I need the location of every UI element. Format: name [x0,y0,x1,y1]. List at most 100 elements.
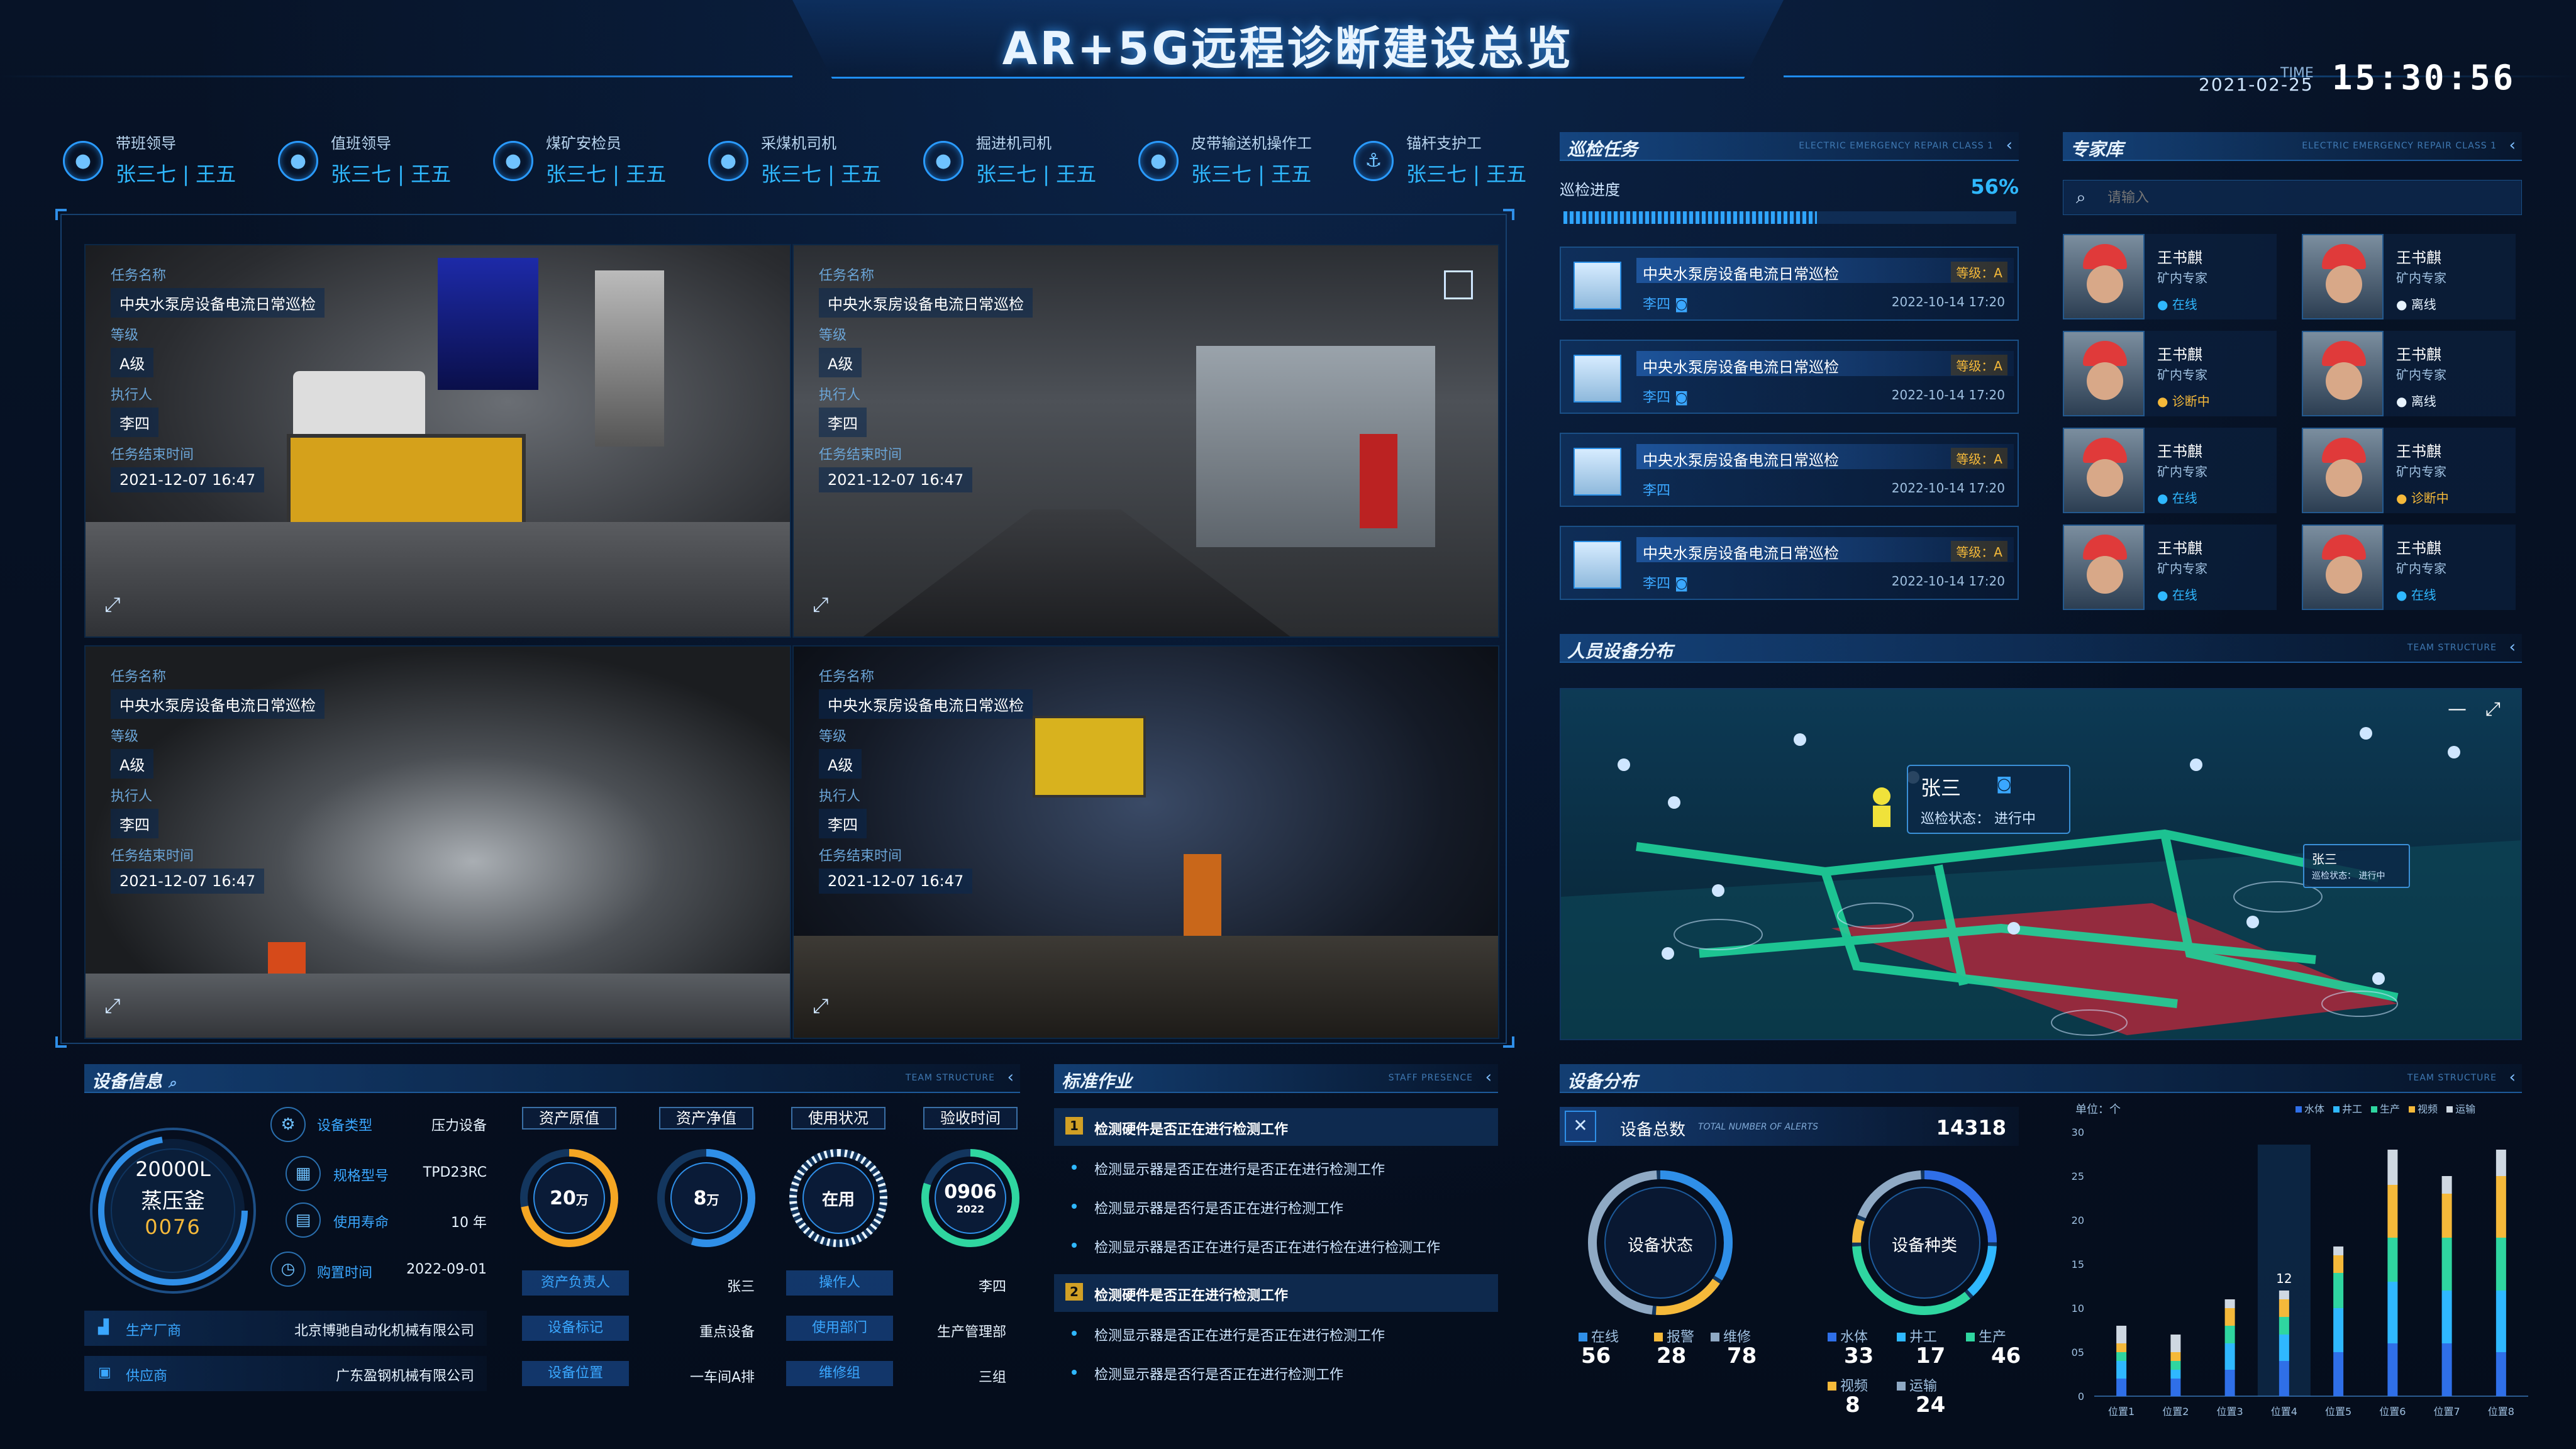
task-value: 中央水泵房设备电流日常巡检 [819,689,1033,719]
expert-card[interactable]: 王书麒 矿内专家 ● 在线 [2302,525,2516,610]
bar-segment [2116,1326,2127,1343]
chevron-left-icon[interactable]: ‹ [2509,638,2516,657]
role-item[interactable]: ● 掘进机司机 张三七 | 王五 [923,126,1131,195]
task-value: 中央水泵房设备电流日常巡检 [819,288,1033,318]
chevron-left-icon[interactable]: ‹ [1008,1068,1014,1087]
expert-role: 矿内专家 [2157,367,2207,382]
expert-card[interactable]: 王书麒 矿内专家 ● 在线 [2063,525,2277,610]
standard-substep[interactable]: 检测显示器是否行是否正在进行检测工作 [1054,1187,1498,1225]
video-feed[interactable]: 任务名称 中央水泵房设备电流日常巡检 等级 A级 执行人 李四 任务结束时间 2… [792,244,1499,638]
maker-row: ▟ 生产厂商 北京博驰自动化机械有限公司 [84,1311,487,1346]
task-level: 等级：A [1951,541,2007,562]
asset-ring: 8万 [653,1145,760,1252]
popup-status: 巡检状态： 进行中 [1921,811,2036,827]
asset-ring-value: 20万 [550,1187,589,1209]
extra-value: 重点设备 [699,1324,755,1340]
expert-search[interactable]: ⌕ [2063,180,2522,215]
expert-card[interactable]: 王书麒 矿内专家 ● 离线 [2302,331,2516,416]
x-tick-label: 位置3 [2217,1406,2243,1418]
extra-label: 设备标记 [522,1316,629,1341]
standard-substep[interactable]: 检测显示器是否正在进行是否正在进行检在进行检测工作 [1054,1226,1498,1264]
role-item[interactable]: ● 采煤机司机 张三七 | 王五 [708,126,916,195]
role-item[interactable]: ⚓ 锚杆支护工 张三七 | 王五 [1353,126,1561,195]
bar-segment [2279,1299,2289,1317]
y-tick-label: 0 [2078,1391,2084,1402]
bar-segment [2279,1291,2289,1299]
task-person: 李四 [1643,297,1671,313]
avatar [1574,355,1621,402]
level-label: 等级 [819,729,847,745]
role-item[interactable]: ● 皮带输送机操作工 张三七 | 王五 [1138,126,1346,195]
search-input[interactable] [2107,186,2510,209]
layout-icon[interactable] [1444,270,1473,299]
role-item[interactable]: ● 带班领导 张三七 | 王五 [63,126,270,195]
expert-card[interactable]: 王书麒 矿内专家 ● 在线 [2063,234,2277,319]
y-tick-label: 20 [2072,1214,2084,1226]
minimize-icon[interactable]: — [2448,698,2467,720]
step-text: 检测显示器是否行是否正在进行检测工作 [1094,1367,1344,1383]
expert-photo [2063,331,2145,416]
distribution-map[interactable]: 张三 ◙ 巡检状态： 进行中 张三 巡检状态： 进行中 — ⤢ [1560,688,2522,1040]
map-popup[interactable]: 张三 巡检状态： 进行中 [2303,844,2410,888]
gauge-capacity: 20000L [135,1157,211,1181]
task-card[interactable]: 中央水泵房设备电流日常巡检 等级：A 李四 2022-10-14 17:20 [1560,433,2019,507]
expert-card[interactable]: 王书麒 矿内专家 ● 诊断中 [2302,428,2516,513]
gauge-device-name: 蒸压釜 [141,1189,205,1214]
role-title: 皮带输送机操作工 [1191,135,1312,152]
bar-segment [2170,1379,2181,1396]
extra-label: 操作人 [786,1270,893,1296]
vr-glasses-icon: ◙ [1675,297,1689,313]
expert-card[interactable]: 王书麒 矿内专家 ● 离线 [2302,234,2516,319]
level-label: 等级 [111,328,139,343]
purchase-date-label: 购置时间 [317,1265,373,1281]
user-icon: ● [923,141,963,181]
exec-label: 执行人 [819,789,861,804]
kind-ring: 设备种类 [1849,1167,2000,1318]
bar-segment [2170,1352,2181,1361]
step-text: 检测显示器是否正在进行是否正在进行检在进行检测工作 [1094,1240,1441,1256]
expand-icon[interactable]: ⤢ [813,592,838,618]
bar-segment [2279,1361,2289,1396]
bar-segment [2116,1352,2127,1361]
video-feed[interactable]: 任务名称 中央水泵房设备电流日常巡检 等级 A级 执行人 李四 任务结束时间 2… [84,244,791,638]
expand-icon[interactable]: ⤢ [104,592,130,618]
standard-substep[interactable]: 检测显示器是否正在进行是否正在进行检测工作 [1054,1314,1498,1352]
expert-card[interactable]: 王书麒 矿内专家 ● 诊断中 [2063,331,2277,416]
device-type-label: 设备类型 [317,1118,373,1134]
map-popup[interactable]: 张三 ◙ 巡检状态： 进行中 [1907,765,2070,834]
total-sub: TOTAL NUMBER OF ALERTS [1698,1122,1819,1132]
expert-card[interactable]: 王书麒 矿内专家 ● 在线 [2063,428,2277,513]
chevron-left-icon[interactable]: ‹ [1485,1068,1492,1087]
extra-value: 李四 [978,1279,1006,1295]
level-value: A级 [819,348,862,377]
role-item[interactable]: ● 值班领导 张三七 | 王五 [278,126,486,195]
bar-segment [2170,1361,2181,1370]
standard-substep[interactable]: 检测显示器是否行是否正在进行检测工作 [1054,1353,1498,1391]
standard-substep[interactable]: 检测显示器是否正在进行是否正在进行检测工作 [1054,1148,1498,1186]
panel-title: 人员设备分布 [1567,641,1674,662]
video-feed[interactable]: 任务名称 中央水泵房设备电流日常巡检 等级 A级 执行人 李四 任务结束时间 2… [84,645,791,1039]
acceptance-time-title: 验收时间 [923,1107,1018,1130]
task-label: 任务名称 [819,268,875,284]
task-card[interactable]: 中央水泵房设备电流日常巡检 等级：A 李四 ◙ 2022-10-14 17:20 [1560,247,2019,321]
bar-segment [2224,1343,2235,1370]
expand-icon[interactable]: ⤢ [813,994,838,1019]
expert-role: 矿内专家 [2396,367,2446,382]
legend-repair-value: 78 [1727,1343,1757,1368]
expand-icon[interactable]: ⤢ [104,994,130,1019]
standard-step[interactable]: 2 检测硬件是否正在进行检测工作 [1054,1274,1498,1312]
panel-subtitle: ELECTRIC EMERGENCY REPAIR CLASS 1 [1799,141,1994,151]
chevron-left-icon[interactable]: ‹ [2509,1068,2516,1087]
progress-label: 巡检进度 [1560,181,1620,199]
chevron-left-icon[interactable]: ‹ [2509,136,2516,155]
gauge-code: 0076 [145,1215,201,1239]
fullscreen-icon[interactable]: ⤢ [2485,698,2501,720]
chevron-left-icon[interactable]: ‹ [2006,136,2012,155]
bar-segment [2387,1238,2398,1282]
bullet-dot [1072,1243,1077,1248]
task-card[interactable]: 中央水泵房设备电流日常巡检 等级：A 李四 ◙ 2022-10-14 17:20 [1560,526,2019,600]
role-item[interactable]: ● 煤矿安检员 张三七 | 王五 [493,126,701,195]
video-feed[interactable]: 任务名称 中央水泵房设备电流日常巡检 等级 A级 执行人 李四 任务结束时间 2… [792,645,1499,1039]
standard-step[interactable]: 1 检测硬件是否正在进行检测工作 [1054,1108,1498,1146]
task-card[interactable]: 中央水泵房设备电流日常巡检 等级：A 李四 ◙ 2022-10-14 17:20 [1560,340,2019,414]
